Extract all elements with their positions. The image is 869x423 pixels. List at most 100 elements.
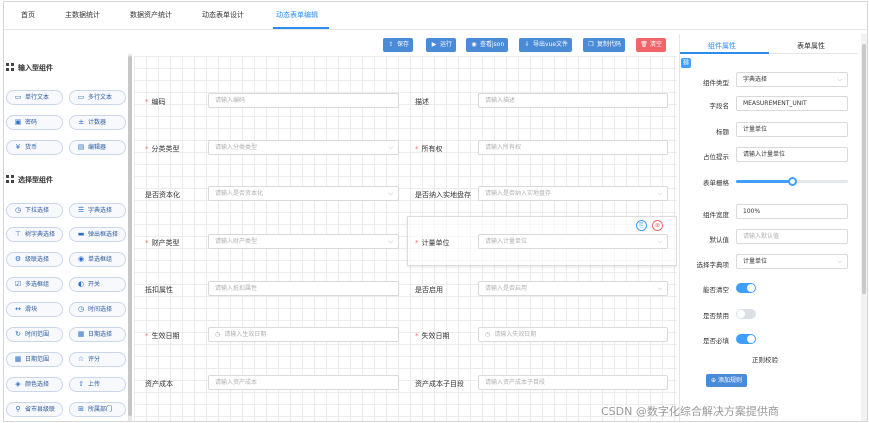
regex-section-title: 正则校验 <box>752 356 778 364</box>
grid-span-slider[interactable] <box>736 177 848 186</box>
palette-item-slider[interactable]: ↔ 滑块 <box>6 302 63 317</box>
clear-button[interactable]: 🗑 清空 <box>636 38 667 52</box>
chevron-down-icon: ⌵ <box>388 238 393 245</box>
palette-item-rate[interactable]: ☆ 评分 <box>69 352 126 367</box>
palette-item-cascader[interactable]: ⚙ 级联选择 <box>6 252 63 267</box>
palette-item-tree-dictionary[interactable]: ⊤ 树字典选择 <box>6 227 63 242</box>
designer-toolbar: ⇪ 保存 ▶ 运行 ◉ 查看json ⇩ 导出vue文件 ❐ 复制代码 🗑 清空 <box>134 34 678 54</box>
watermark: CSDN @数字化综合解决方案提供商 <box>601 405 779 418</box>
properties-scrollbar[interactable] <box>861 34 867 421</box>
password-icon: ▣ <box>14 118 22 126</box>
save-icon: ⇪ <box>388 41 394 48</box>
palette-item-checkbox-group[interactable]: ☑ 多选框组 <box>6 277 63 292</box>
select-is-capitalized[interactable]: 请输入是否资本化 ⌵ <box>208 186 399 201</box>
input-owner[interactable]: 请输入所有权 <box>478 140 668 155</box>
run-icon: ▶ <box>431 41 437 48</box>
palette-item-popup-select[interactable]: ▬ 弹出框选择 <box>69 227 126 242</box>
label-title: 标题 <box>716 128 729 136</box>
copy-code-button[interactable]: ❐ 复制代码 <box>583 38 626 52</box>
palette-item-time-range[interactable]: ↻ 时间范围 <box>6 327 63 342</box>
nav-tab-master-data-stats[interactable]: 主数据统计 <box>65 10 100 20</box>
label-component-type: 组件类型 <box>703 79 729 87</box>
palette-item-upload[interactable]: ⇧ 上传 <box>69 377 126 392</box>
input-asset-cost[interactable]: 请输入资产成本 <box>208 375 399 390</box>
view-json-button[interactable]: ◉ 查看json <box>466 38 509 52</box>
top-nav: 首页 主数据统计 数据资产统计 动态表单设计 动态表单编辑 <box>4 2 867 30</box>
input-code[interactable]: 请输入编码 <box>208 93 399 108</box>
palette-item-counter[interactable]: ± 计数器 <box>69 115 126 130</box>
slider-handle[interactable] <box>788 177 797 186</box>
palette-item-date-range[interactable]: ▦ 日期范围 <box>6 352 63 367</box>
input-description[interactable]: 请输入描述 <box>478 93 668 108</box>
label-grid-span: 表单栅格 <box>703 179 729 187</box>
save-button[interactable]: ⇪ 保存 <box>383 38 414 52</box>
input-placeholder[interactable]: 请输入计量单位 <box>736 147 848 162</box>
label-dictionary-item: 选择字典项 <box>696 261 730 269</box>
export-vue-button[interactable]: ⇩ 导出vue文件 <box>519 38 573 52</box>
delete-field-icon[interactable]: ⊗ <box>652 220 663 231</box>
palette-item-currency[interactable]: ¥ 货币 <box>6 140 63 155</box>
select-enabled[interactable]: 请输入是否启用 ⌵ <box>478 281 668 296</box>
input-field-name[interactable]: MEASUREMENT_UNIT <box>736 96 848 111</box>
tree-dictionary-icon: ⊤ <box>14 230 22 238</box>
nav-tab-dynamic-form-design[interactable]: 动态表单设计 <box>202 10 244 20</box>
select-component-type[interactable]: 字典选择 ⌵ <box>736 72 848 87</box>
copy-icon: ❐ <box>588 41 594 48</box>
select-measurement-unit[interactable]: 请输入计量单位 ⌵ <box>478 234 668 249</box>
input-deduction[interactable]: 请输入抵扣属性 <box>208 281 399 296</box>
radio-group-icon: ◉ <box>77 255 85 263</box>
palette-item-multi-line-text[interactable]: ▭ 多行文本 <box>69 90 126 105</box>
form-canvas[interactable]: ⎘ ⊗ * 编码 请输入编码 描述 请输入描述 * 分类类型 请输入分类类型 ⌵ * 所… <box>134 56 677 421</box>
chevron-down-icon: ⌵ <box>388 190 393 197</box>
copy-field-icon[interactable]: ⎘ <box>636 220 647 231</box>
nav-tab-dynamic-form-edit[interactable]: 动态表单编辑 <box>276 10 318 20</box>
palette-item-single-line-text[interactable]: ▭ 单行文本 <box>6 90 63 105</box>
palette-scrollbar-thumb[interactable] <box>128 56 132 416</box>
nav-tab-home[interactable]: 首页 <box>21 10 35 20</box>
toggle-clearable[interactable] <box>736 283 756 293</box>
input-default-value[interactable]: 请输入默认值 <box>736 229 848 244</box>
input-component-width[interactable]: 100% <box>736 204 848 219</box>
nav-tab-data-asset-stats[interactable]: 数据资产统计 <box>130 10 172 20</box>
palette-item-color-picker[interactable]: ◈ 颜色选择 <box>6 377 63 392</box>
select-group-title: 选择型组件 <box>6 175 53 185</box>
counter-icon: ± <box>78 118 84 126</box>
date-start[interactable]: ◷ 请输入生效日期 <box>208 327 399 342</box>
palette-item-dictionary[interactable]: ☰ 字典选择 <box>69 203 126 218</box>
palette-item-time-picker[interactable]: ◷ 时间选择 <box>69 302 126 317</box>
toggle-disabled[interactable] <box>736 309 756 319</box>
select-is-inventory[interactable]: 请输入是否纳入实地盘存 ⌵ <box>478 186 668 201</box>
label-placeholder: 占位提示 <box>703 153 729 161</box>
add-rule-button[interactable]: ⊕ 添加规则 <box>706 374 747 387</box>
label-component-width: 组件宽度 <box>703 211 729 219</box>
toggle-required[interactable] <box>736 334 756 344</box>
palette-item-region-cascader[interactable]: ⚲ 省市县级联 <box>6 402 63 417</box>
palette-scrollbar[interactable] <box>128 54 132 421</box>
label-is-capitalized: 是否资本化 <box>145 191 180 199</box>
input-title[interactable]: 计量单位 <box>736 122 848 137</box>
palette-item-password[interactable]: ▣ 密码 <box>6 115 63 130</box>
palette-item-switch[interactable]: ◐ 开关 <box>69 277 126 292</box>
currency-icon: ¥ <box>15 143 21 151</box>
properties-scrollbar-thumb[interactable] <box>862 44 866 294</box>
link-icon[interactable]: ⛓ <box>681 58 691 68</box>
palette-item-date-picker[interactable]: ▦ 日期选择 <box>69 327 126 342</box>
run-button[interactable]: ▶ 运行 <box>426 38 457 52</box>
select-category-type[interactable]: 请输入分类类型 ⌵ <box>208 140 399 155</box>
palette-item-editor[interactable]: ▤ 编辑器 <box>69 140 126 155</box>
palette-item-dropdown[interactable]: ◷ 下拉选择 <box>6 203 63 218</box>
select-property-type[interactable]: 请输入财产类型 ⌵ <box>208 234 399 249</box>
color-picker-icon: ◈ <box>15 380 21 388</box>
chevron-down-icon: ⌵ <box>657 190 662 197</box>
date-end[interactable]: ◷ 请输入失效日期 <box>478 327 668 342</box>
label-measurement-unit: * 计量单位 <box>415 239 450 247</box>
tab-component-props[interactable]: 组件属性 <box>708 41 736 51</box>
label-category-type: * 分类类型 <box>145 145 180 153</box>
slider-icon: ↔ <box>15 305 21 313</box>
palette-item-radio-group[interactable]: ◉ 单选框组 <box>69 252 126 267</box>
palette-item-department[interactable]: ⊞ 所属部门 <box>69 402 126 417</box>
select-dictionary-item[interactable]: 计量单位 ⌵ <box>736 254 848 269</box>
label-description: 描述 <box>415 98 429 106</box>
tab-form-props[interactable]: 表单属性 <box>797 41 825 51</box>
input-asset-cost-sub[interactable]: 请输入资产成本子目段 <box>478 375 668 390</box>
